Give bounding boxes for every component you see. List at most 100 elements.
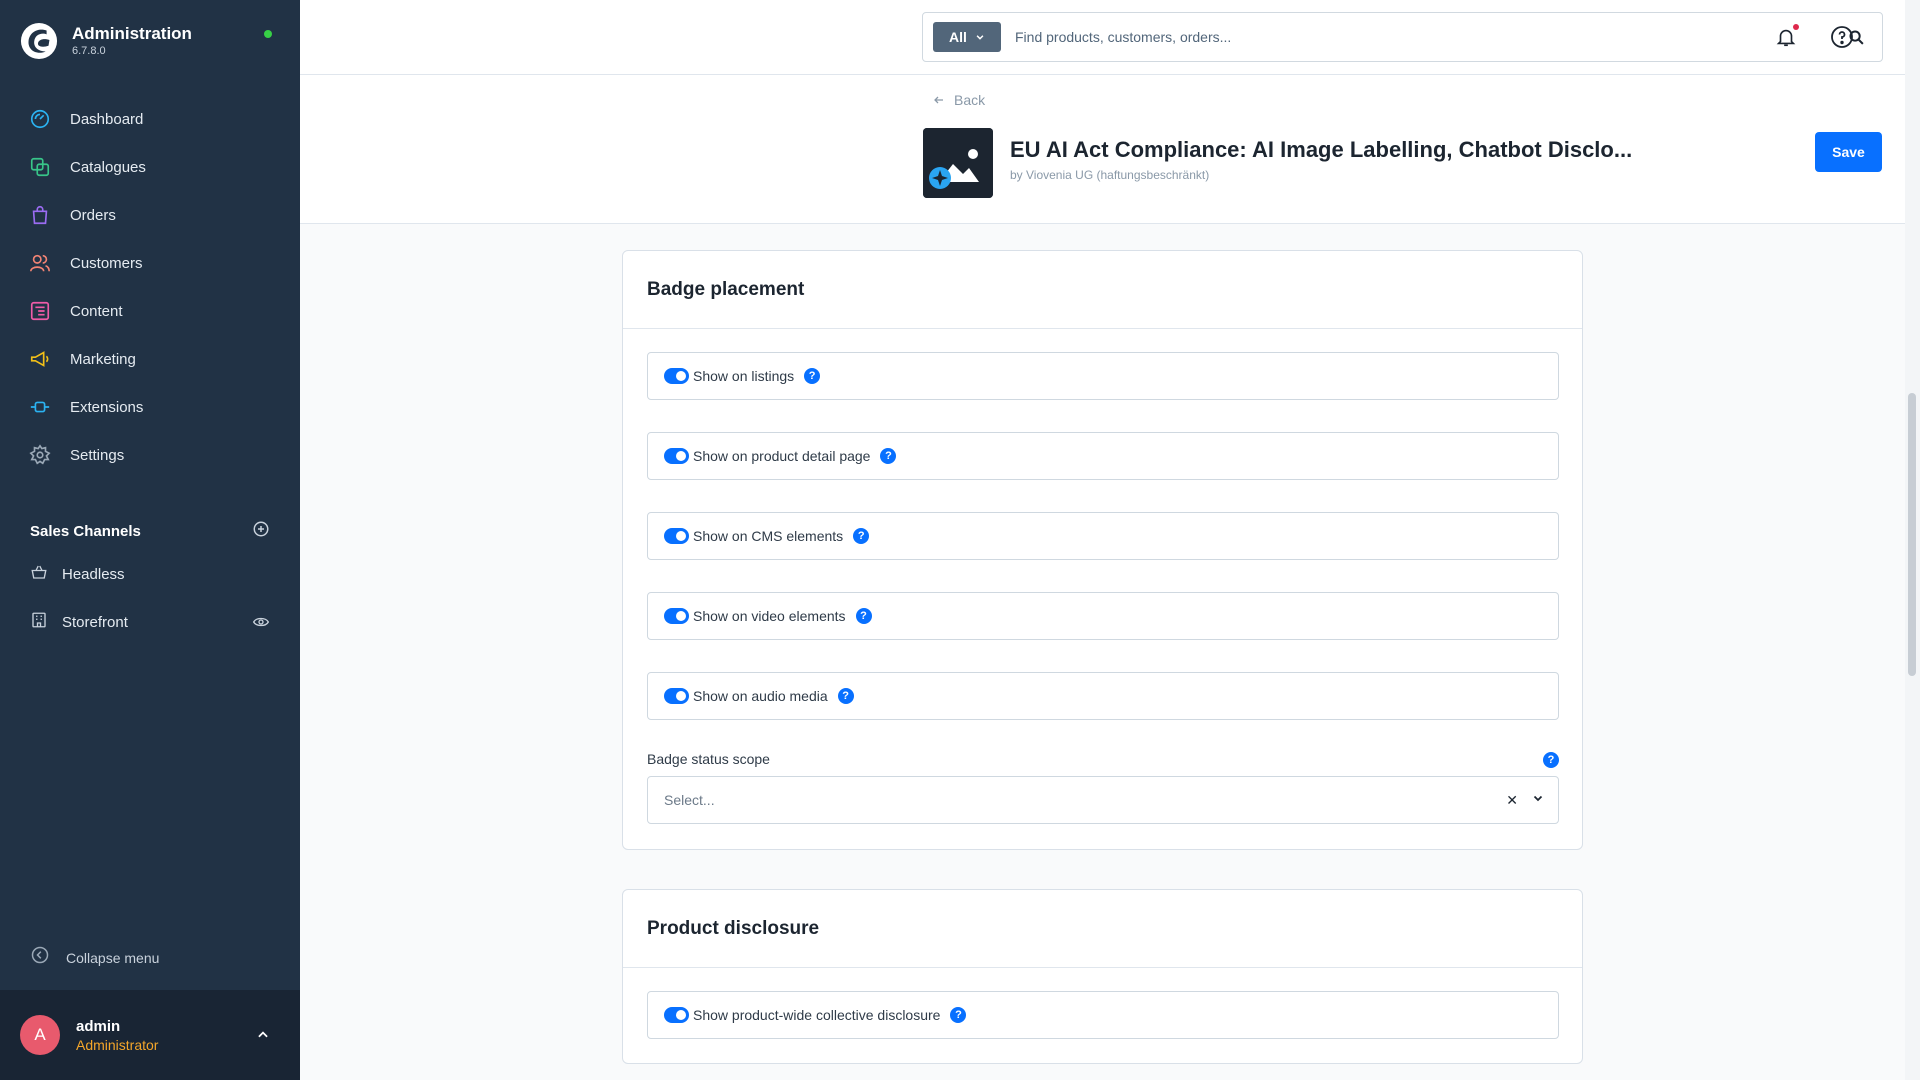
notifications-bell-icon[interactable] [1775,24,1799,54]
avatar: A [20,1015,60,1055]
toggle-field-video: Show on video elements ? [647,592,1559,640]
clear-icon[interactable]: ✕ [1506,792,1518,809]
chevron-down-icon [976,35,984,40]
nav-item-marketing[interactable]: Marketing [0,335,300,383]
toggle-label: Show product-wide collective disclosure [693,1007,941,1023]
select-placeholder: Select... [664,792,715,808]
help-icon[interactable]: ? [950,1007,967,1023]
collapse-menu-button[interactable]: Collapse menu [30,945,159,970]
megaphone-icon [28,347,52,371]
storefront-icon [30,611,48,634]
help-icon[interactable]: ? [880,448,897,464]
toggle-switch[interactable] [664,448,689,464]
search-type-label: All [949,29,967,45]
plug-icon [28,395,52,419]
shopware-logo-icon [20,22,58,60]
dashboard-icon [28,107,52,131]
toggle-switch[interactable] [664,368,689,384]
sales-channel-label: Storefront [62,613,128,631]
toggle-switch[interactable] [664,608,689,624]
nav-label: Marketing [70,350,136,368]
chevron-down-icon[interactable] [1532,791,1544,809]
nav-item-customers[interactable]: Customers [0,239,300,287]
help-icon[interactable]: ? [837,688,854,704]
user-text: admin Administrator [76,1018,158,1053]
nav-item-catalogues[interactable]: Catalogues [0,143,300,191]
status-dot [264,30,272,38]
catalogue-icon [28,155,52,179]
collapse-menu-label: Collapse menu [66,949,160,966]
toggle-switch[interactable] [664,1007,689,1023]
nav-label: Extensions [70,398,144,416]
nav-item-orders[interactable]: Orders [0,191,300,239]
users-icon [28,251,52,275]
notification-badge [1793,24,1799,30]
sales-channels-list: Headless Storefront [0,550,300,646]
arrow-left-icon [934,96,943,104]
extension-image-icon [923,128,993,198]
nav-label: Settings [70,446,125,464]
brand-title: Administration [72,24,192,43]
toggle-label: Show on product detail page [693,448,871,464]
sales-channel-storefront[interactable]: Storefront [0,598,300,646]
product-disclosure-card: Product disclosure Show product-wide col… [622,889,1583,1064]
badge-status-scope-select[interactable]: Select... ✕ [647,776,1559,824]
toggle-field-collective-disclosure: Show product-wide collective disclosure … [647,991,1559,1039]
page-title: EU AI Act Compliance: AI Image Labelling… [1010,137,1633,162]
shopping-bag-icon [28,203,52,227]
extension-vendor: by Viovenia UG (haftungsbeschränkt) [1010,168,1210,182]
smart-bar: Back EU AI Act Compliance: AI Image Labe… [300,75,1905,224]
sidebar: Administration 6.7.8.0 Dashboard Catalog… [0,0,300,1080]
help-icon[interactable]: ? [853,528,870,544]
toggle-label: Show on listings [693,368,795,384]
badge-placement-card: Badge placement Show on listings ? Show … [622,250,1583,850]
basket-icon [30,563,48,586]
toggle-field-listings: Show on listings ? [647,352,1559,400]
brand-text: Administration 6.7.8.0 [72,24,192,58]
chevron-left-circle-icon [30,945,50,970]
search-type-dropdown[interactable]: All [933,22,1001,52]
help-icon[interactable] [1830,25,1854,54]
toggle-field-product-detail: Show on product detail page ? [647,432,1559,480]
toggle-field-cms: Show on CMS elements ? [647,512,1559,560]
sales-channel-label: Headless [62,565,125,583]
card-title: Badge placement [623,251,1582,329]
user-name: admin [76,1017,121,1035]
sales-channel-headless[interactable]: Headless [0,550,300,598]
back-link[interactable]: Back [932,92,985,108]
brand-version: 6.7.8.0 [72,45,106,57]
toggle-label: Show on CMS elements [693,528,844,544]
user-role: Administrator [76,1036,159,1053]
toggle-field-audio: Show on audio media ? [647,672,1559,720]
nav-item-dashboard[interactable]: Dashboard [0,95,300,143]
help-icon[interactable]: ? [804,368,821,384]
help-icon[interactable]: ? [855,608,872,624]
nav-label: Customers [70,254,143,272]
toggle-label: Show on video elements [693,608,846,624]
content-icon [28,299,52,323]
user-menu[interactable]: A admin Administrator [0,990,300,1080]
eye-icon[interactable] [252,614,270,635]
search-input[interactable] [1015,29,1846,45]
nav-label: Orders [70,206,116,224]
nav-label: Catalogues [70,158,146,176]
nav-item-content[interactable]: Content [0,287,300,335]
toggle-switch[interactable] [664,528,689,544]
badge-status-scope-label: Badge status scope [647,751,770,767]
toggle-label: Show on audio media [693,688,828,704]
add-sales-channel-icon[interactable] [252,520,270,543]
chevron-up-icon[interactable] [256,1028,270,1047]
brand[interactable]: Administration 6.7.8.0 [20,22,192,60]
back-label: Back [954,92,986,108]
save-button[interactable]: Save [1815,132,1882,172]
gear-icon [28,443,52,467]
nav-item-extensions[interactable]: Extensions [0,383,300,431]
main-nav: Dashboard Catalogues Orders Customers Co… [0,95,300,479]
nav-label: Dashboard [70,110,144,128]
help-icon[interactable]: ? [1543,752,1559,768]
sales-channels-title: Sales Channels [30,523,141,540]
scrollbar-thumb[interactable] [1908,393,1916,676]
toggle-switch[interactable] [664,688,689,704]
nav-item-settings[interactable]: Settings [0,431,300,479]
global-search: All [922,12,1883,62]
